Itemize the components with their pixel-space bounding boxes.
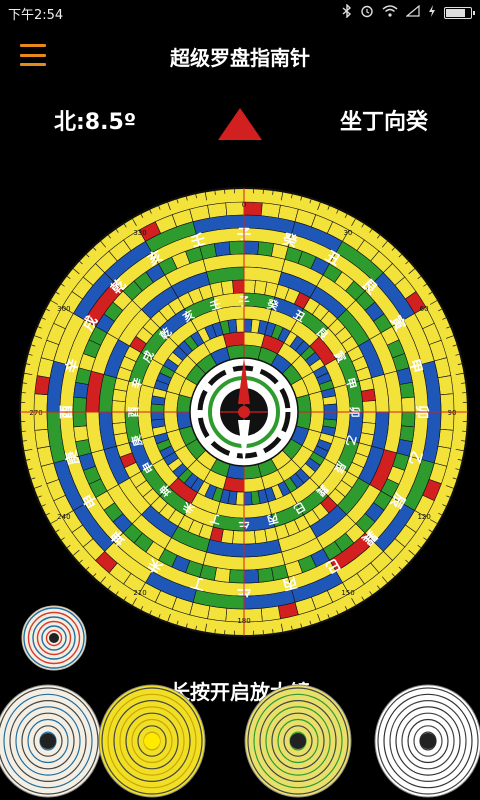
luopan-compass[interactable]: 0306090120150180210240270300330子子癸癸丑丑艮艮寅…	[15, 186, 473, 638]
degree-label: 90	[448, 409, 457, 417]
direction-readout: 坐丁向癸	[339, 110, 428, 135]
bluetooth-icon	[342, 3, 352, 22]
theme-golden[interactable]	[98, 684, 206, 798]
degree-label: 150	[341, 589, 354, 597]
compass-preview[interactable]	[21, 605, 87, 671]
degree-label: 60	[420, 305, 429, 313]
signal-icon	[405, 4, 420, 21]
status-icons	[342, 3, 475, 22]
heading-readout: 北:8.5º	[54, 110, 137, 135]
theme-selector	[0, 682, 480, 800]
status-bar: 下午2:54	[0, 0, 480, 26]
degree-label: 300	[57, 305, 70, 313]
charging-icon	[428, 5, 436, 21]
theme-bagua-white[interactable]	[374, 684, 480, 798]
theme-colorful[interactable]	[244, 684, 352, 798]
degree-label: 30	[344, 229, 353, 237]
status-time: 下午2:54	[8, 7, 64, 23]
degree-label: 330	[133, 229, 146, 237]
degree-label: 240	[57, 513, 70, 521]
degree-label: 120	[417, 513, 430, 521]
app-bar: 超级罗盘指南针	[0, 34, 480, 78]
theme-classic-white[interactable]	[0, 684, 102, 798]
wifi-icon	[382, 5, 398, 21]
battery-icon	[444, 7, 475, 19]
degree-label: 270	[29, 409, 42, 417]
alarm-icon	[360, 4, 374, 22]
north-arrow-icon	[218, 108, 262, 140]
battery-level	[446, 9, 466, 17]
app-title: 超级罗盘指南针	[170, 46, 310, 70]
degree-label: 210	[133, 589, 146, 597]
compass-dial[interactable]: 0306090120150180210240270300330子子癸癸丑丑艮艮寅…	[15, 186, 473, 638]
compass-screen: 下午2:54 超级罗盘指南针 北:8.5º 坐丁向癸 30 60 90 120 …	[0, 0, 480, 800]
